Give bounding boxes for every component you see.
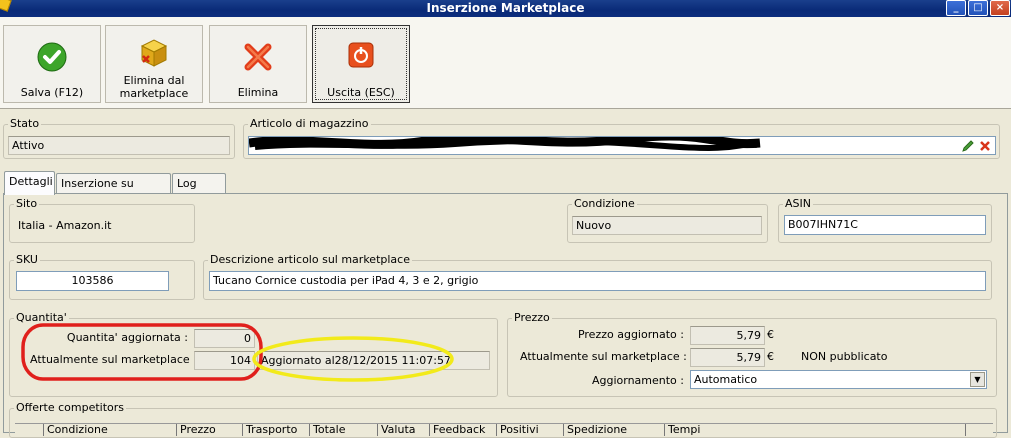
close-button[interactable]: ×	[990, 0, 1010, 16]
column-separator	[664, 424, 665, 436]
column-separator	[43, 424, 44, 436]
remove-label-line2: marketplace	[119, 87, 189, 100]
column-separator	[176, 424, 177, 436]
exit-label: Uscita (ESC)	[327, 86, 395, 99]
stato-field: Attivo	[8, 136, 230, 155]
aggiornamento-label: Aggiornamento :	[591, 374, 684, 387]
column-header[interactable]: Spedizione	[567, 424, 627, 436]
column-separator	[563, 424, 564, 436]
asin-label: ASIN	[783, 197, 813, 211]
yellow-highlight-circle	[252, 336, 454, 382]
prezzo-marketplace-label: Attualmente sul marketplace :	[520, 350, 687, 363]
column-header[interactable]: Totale	[313, 424, 345, 436]
column-header[interactable]: Positivi	[500, 424, 539, 436]
check-icon	[37, 42, 67, 72]
minimize-button[interactable]: _	[946, 0, 966, 16]
asin-field[interactable]: B007IHN71C	[784, 215, 986, 235]
offerte-grid-header: Condizione Prezzo Trasporto Totale Valut…	[15, 423, 993, 436]
column-separator	[309, 424, 310, 436]
aggiornamento-select[interactable]: Automatico ▼	[690, 370, 987, 389]
window-title: Inserzione Marketplace	[426, 1, 585, 15]
toolbar: Salva (F12) Elimina dal marketplace Elim…	[0, 17, 1011, 109]
save-button[interactable]: Salva (F12)	[3, 25, 101, 103]
column-separator	[242, 424, 243, 436]
redacted-scribble	[249, 137, 761, 151]
box-remove-icon	[140, 39, 168, 67]
chevron-down-icon[interactable]: ▼	[970, 372, 985, 387]
tab-inserzione-amazon[interactable]: Inserzione su Amazon	[56, 173, 171, 209]
power-icon	[348, 42, 374, 68]
descrizione-label: Descrizione articolo sul marketplace	[208, 253, 412, 267]
title-bar: Inserzione Marketplace _ □ ×	[0, 0, 1011, 17]
prezzo-label: Prezzo	[512, 311, 552, 325]
aggiornamento-value: Automatico	[694, 373, 758, 386]
column-header[interactable]: Prezzo	[180, 424, 216, 436]
sito-label: Sito	[14, 197, 40, 211]
condizione-field: Nuovo	[572, 216, 762, 235]
column-header[interactable]: Valuta	[381, 424, 416, 436]
articolo-label: Articolo di magazzino	[248, 117, 371, 131]
column-header[interactable]: Tempi	[668, 424, 700, 436]
column-header[interactable]: Feedback	[433, 424, 485, 436]
tab-log[interactable]: Log (71)	[172, 173, 226, 209]
remove-label-line1: Elimina dal	[123, 74, 185, 87]
column-header[interactable]: Trasporto	[246, 424, 297, 436]
sito-field: Italia - Amazon.it	[14, 216, 188, 235]
offerte-label: Offerte competitors	[14, 401, 127, 415]
column-separator	[377, 424, 378, 436]
delete-label: Elimina	[237, 86, 279, 99]
column-separator	[496, 424, 497, 436]
articolo-field[interactable]	[248, 136, 996, 155]
stato-label: Stato	[8, 117, 42, 131]
column-separator	[429, 424, 430, 436]
sku-label: SKU	[14, 253, 40, 267]
column-separator	[965, 424, 966, 436]
delete-button[interactable]: Elimina	[209, 25, 307, 103]
save-label: Salva (F12)	[20, 86, 84, 99]
clear-x-icon[interactable]	[979, 140, 991, 152]
column-header[interactable]: Condizione	[47, 424, 108, 436]
prezzo-marketplace-field: 5,79	[690, 348, 765, 367]
tab-dettagli[interactable]: Dettagli	[4, 171, 55, 195]
edit-pencil-icon[interactable]	[961, 139, 975, 153]
red-highlight-circle	[21, 323, 263, 381]
prezzo-aggiornato-field: 5,79	[690, 326, 765, 345]
prezzo-marketplace-currency: €	[767, 350, 774, 363]
remove-label: Elimina dal marketplace	[106, 74, 202, 100]
app-icon	[0, 0, 12, 12]
condizione-label: Condizione	[572, 197, 637, 211]
prezzo-status: NON pubblicato	[801, 350, 888, 363]
exit-button[interactable]: Uscita (ESC)	[312, 25, 410, 103]
x-icon	[244, 43, 272, 71]
prezzo-aggiornato-label: Prezzo aggiornato :	[577, 328, 684, 341]
prezzo-currency: €	[767, 328, 774, 341]
sku-field[interactable]: 103586	[16, 271, 169, 291]
maximize-button[interactable]: □	[968, 0, 988, 16]
descrizione-field[interactable]: Tucano Cornice custodia per iPad 4, 3 e …	[209, 271, 986, 291]
remove-from-marketplace-button[interactable]: Elimina dal marketplace	[105, 25, 203, 103]
